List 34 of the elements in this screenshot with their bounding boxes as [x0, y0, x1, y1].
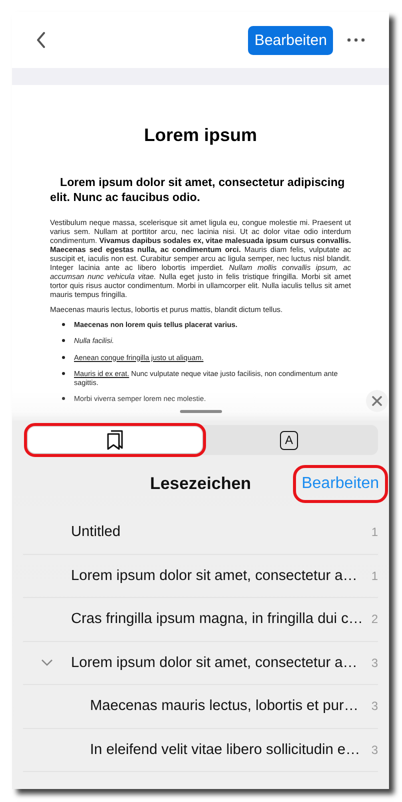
- back-icon[interactable]: [36, 32, 46, 48]
- bookmark-title: Lorem ipsum dolor sit amet, consectetur a…: [71, 654, 358, 671]
- page-number: 3: [370, 742, 378, 757]
- bullet-icon: [62, 372, 65, 375]
- page-number: 1: [370, 568, 378, 583]
- bookmark-row[interactable]: Maecenas mauris lectus, lobortis et pur… 3: [23, 685, 378, 728]
- bookmark-row[interactable]: Untitled 1: [23, 511, 378, 554]
- page-number: 1: [370, 525, 378, 540]
- page-number: 3: [370, 656, 378, 670]
- sheet-title: Lesezeichen: [150, 474, 252, 494]
- bullet-icon: [62, 339, 65, 342]
- document-heading: Lorem ipsum dolor sit amet, consectetur adipiscing elit. Nunc ac faucibus odio.: [50, 175, 346, 205]
- text-tab[interactable]: A: [202, 427, 376, 453]
- bookmark-row[interactable]: In eleifend velit vitae libero sollicitudin e… 3: [23, 728, 378, 772]
- document-title: Lorem ipsum: [142, 125, 258, 146]
- page-number: 3: [370, 699, 378, 714]
- bullet-icon: [62, 323, 65, 326]
- bookmarks-tab[interactable]: [28, 427, 202, 453]
- bookmark-row[interactable]: Cras fringilla ipsum magna, in fringilla dui c… 2: [23, 598, 378, 642]
- bookmarks-icon: [107, 430, 123, 450]
- bookmark-title: Maecenas mauris lectus, lobortis et pur…: [89, 698, 360, 714]
- bullet-icon: [62, 397, 65, 400]
- bookmark-row[interactable]: Lorem ipsum dolor sit amet, consectetur a… 3: [23, 642, 378, 685]
- more-icon[interactable]: [347, 38, 365, 42]
- edit-button[interactable]: Bearbeiten: [248, 26, 333, 54]
- bookmark-title: Lorem ipsum dolor sit amet, consectetur a…: [71, 568, 358, 584]
- bookmark-row[interactable]: Lorem ipsum dolor sit amet, consectetur a… 1: [23, 554, 378, 598]
- bookmark-title: Untitled: [71, 524, 122, 540]
- close-icon[interactable]: [366, 390, 388, 412]
- page-number: 2: [370, 612, 378, 626]
- bookmark-title: Cras fringilla ipsum magna, in fringilla dui c…: [71, 611, 363, 628]
- bullet-icon: [62, 356, 65, 359]
- chevron-down-icon[interactable]: [41, 659, 53, 666]
- bookmark-title: In eleifend velit vitae libero sollicitudin e…: [89, 742, 362, 758]
